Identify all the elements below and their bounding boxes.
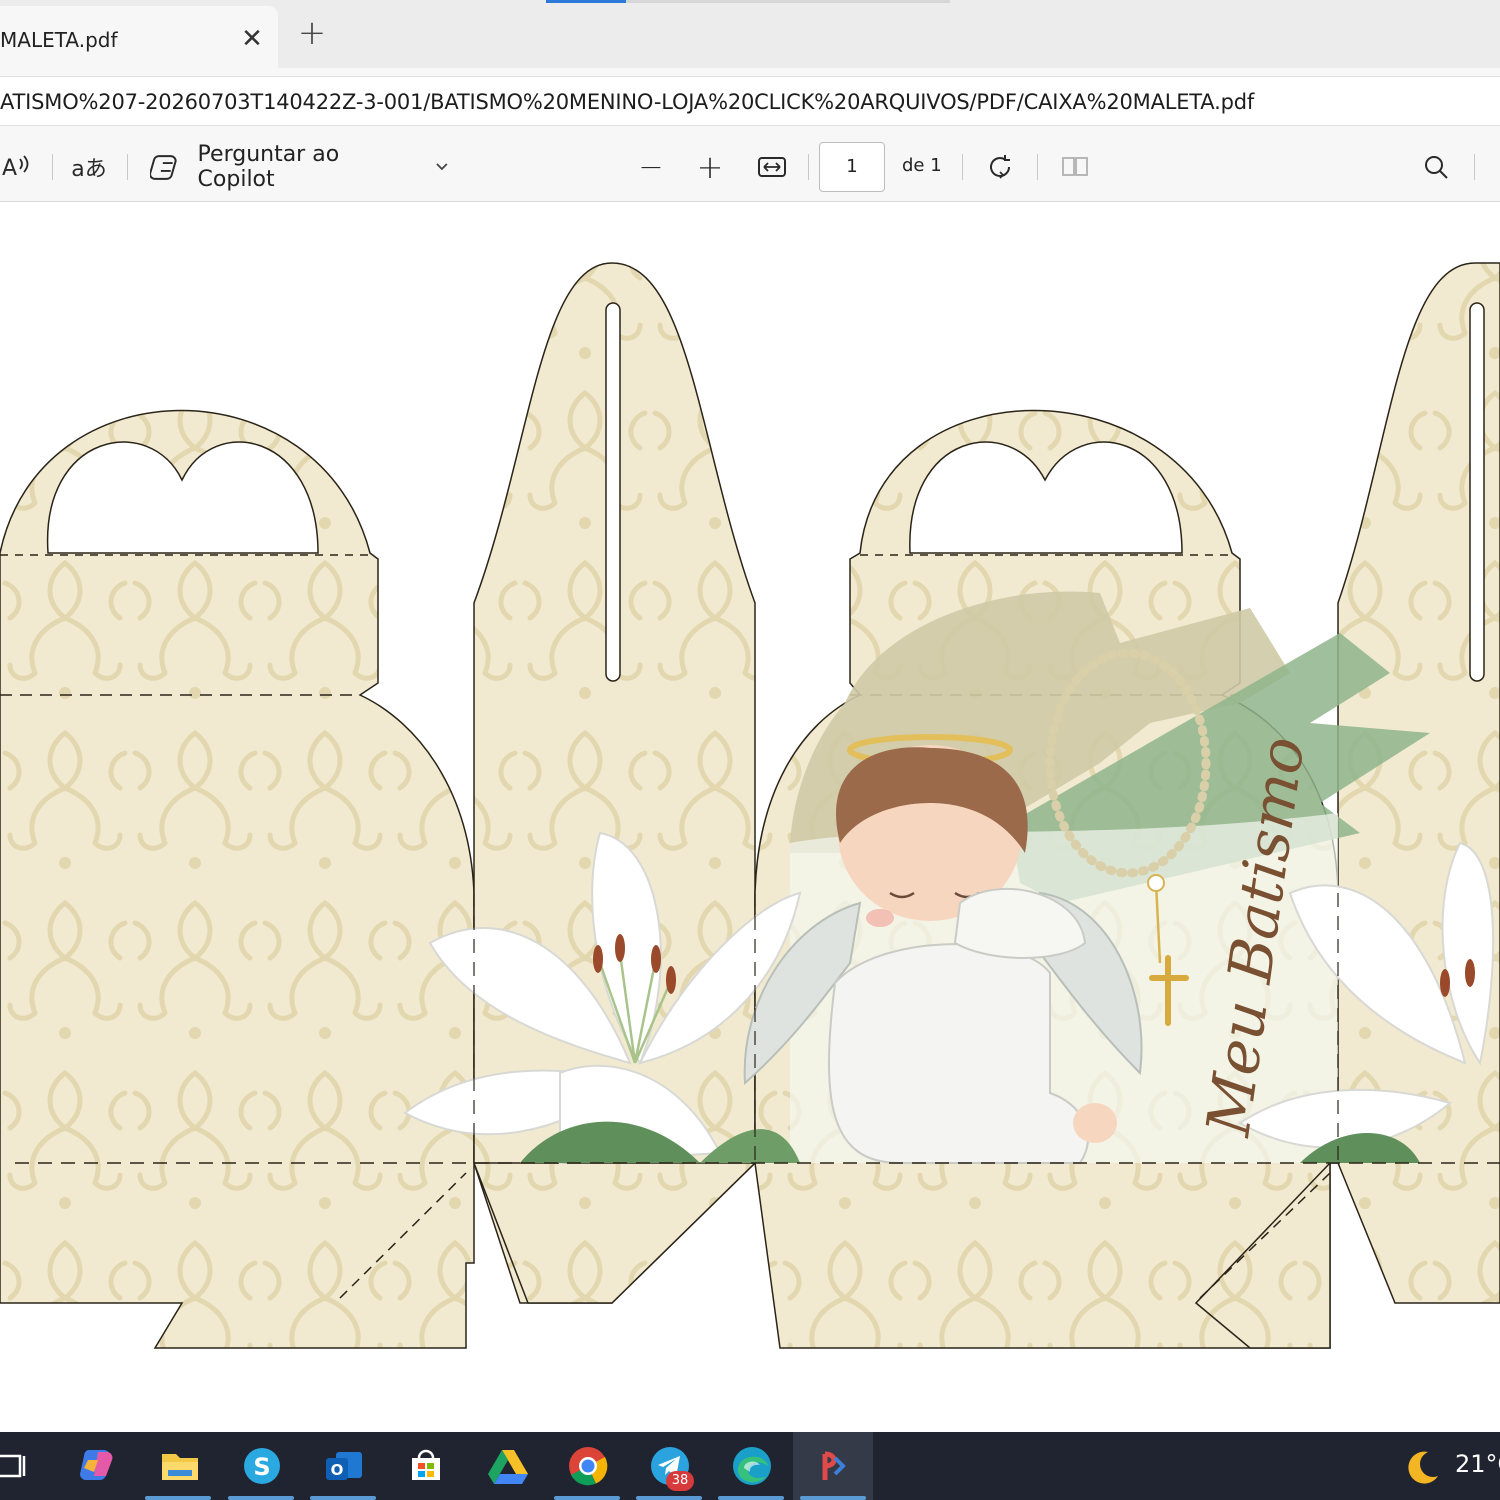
- copilot-icon: [150, 155, 177, 180]
- url-text: ATISMO%207-20260703T140422Z-3-001/BATISM…: [0, 90, 1255, 114]
- left-panel-outline: [0, 409, 475, 1349]
- translate-button[interactable]: aあ: [68, 132, 110, 202]
- toolbar-separator: [1037, 154, 1038, 180]
- read-aloud-button[interactable]: A: [0, 132, 36, 202]
- file-explorer-icon[interactable]: [158, 1444, 202, 1488]
- tab-loading-indicator: [546, 0, 626, 3]
- pdf-document-viewport[interactable]: Meu Batismo: [0, 203, 1500, 1430]
- copilot-icon[interactable]: [76, 1444, 120, 1488]
- copilot-button[interactable]: Perguntar ao Copilot: [150, 132, 450, 202]
- running-indicator: [145, 1496, 211, 1500]
- page-view-button[interactable]: [1055, 132, 1095, 202]
- address-bar: ATISMO%207-20260703T140422Z-3-001/BATISM…: [0, 68, 1500, 132]
- fit-width-button[interactable]: [752, 132, 792, 202]
- read-aloud-icon: A: [2, 155, 29, 181]
- running-indicator: [228, 1496, 294, 1500]
- zoom-in-button[interactable]: +: [690, 132, 730, 202]
- weather-temperature[interactable]: 21°C: [1455, 1450, 1500, 1478]
- svg-text:S: S: [253, 1453, 270, 1481]
- chrome-icon[interactable]: [566, 1444, 610, 1488]
- tab-close-button[interactable]: ✕: [237, 21, 267, 57]
- running-indicator: [800, 1496, 866, 1500]
- toolbar-separator: [52, 154, 53, 180]
- zoom-out-button[interactable]: −: [632, 132, 670, 202]
- running-indicator: [310, 1496, 376, 1500]
- google-drive-icon[interactable]: [486, 1444, 530, 1488]
- copilot-label: Perguntar ao Copilot: [197, 142, 340, 192]
- two-page-view-icon: [1062, 157, 1088, 176]
- url-field[interactable]: ATISMO%207-20260703T140422Z-3-001/BATISM…: [0, 76, 1500, 126]
- toolbar-separator: [1474, 154, 1475, 180]
- running-indicator: [554, 1496, 620, 1500]
- rotate-button[interactable]: [980, 132, 1020, 202]
- toolbar-separator: [962, 154, 963, 180]
- tab-title: MALETA.pdf: [0, 28, 118, 52]
- page-count-label: de 1: [902, 155, 942, 176]
- skype-icon[interactable]: S: [240, 1444, 284, 1488]
- svg-text:A: A: [2, 156, 17, 181]
- tab-loading-track: [626, 0, 950, 3]
- box-template-page: Meu Batismo: [0, 262, 1500, 1349]
- running-indicator: [718, 1496, 784, 1500]
- screen: MALETA.pdf ✕ + ATISMO%207-20260703T14042…: [0, 0, 1500, 1500]
- weather-moon-icon[interactable]: [1402, 1446, 1444, 1488]
- microsoft-store-icon[interactable]: [404, 1444, 448, 1488]
- outlook-icon[interactable]: O: [322, 1444, 366, 1488]
- rotate-icon: [990, 155, 1010, 179]
- telegram-unread-badge: 38: [666, 1471, 694, 1491]
- edge-icon[interactable]: [730, 1444, 774, 1488]
- browser-tab-active[interactable]: MALETA.pdf ✕: [0, 6, 278, 68]
- toolbar-separator: [808, 154, 809, 180]
- windows-taskbar: S O 21°: [0, 1432, 1500, 1500]
- new-tab-button[interactable]: +: [292, 14, 332, 54]
- svg-text:O: O: [331, 1461, 344, 1479]
- active-app-icon[interactable]: [811, 1444, 855, 1488]
- running-indicator: [636, 1496, 702, 1500]
- task-view-icon[interactable]: [0, 1444, 44, 1488]
- pdf-toolbar: A aあ Perguntar ao Copilot − + 1 de 1: [0, 132, 1500, 202]
- chevron-down-icon: [436, 163, 448, 171]
- browser-tab-strip: MALETA.pdf ✕ +: [0, 0, 1500, 68]
- search-icon: [1425, 156, 1448, 179]
- fit-width-icon: [758, 157, 786, 177]
- page-number-input[interactable]: 1: [819, 142, 885, 192]
- toolbar-separator: [127, 154, 128, 180]
- search-button[interactable]: [1416, 132, 1456, 202]
